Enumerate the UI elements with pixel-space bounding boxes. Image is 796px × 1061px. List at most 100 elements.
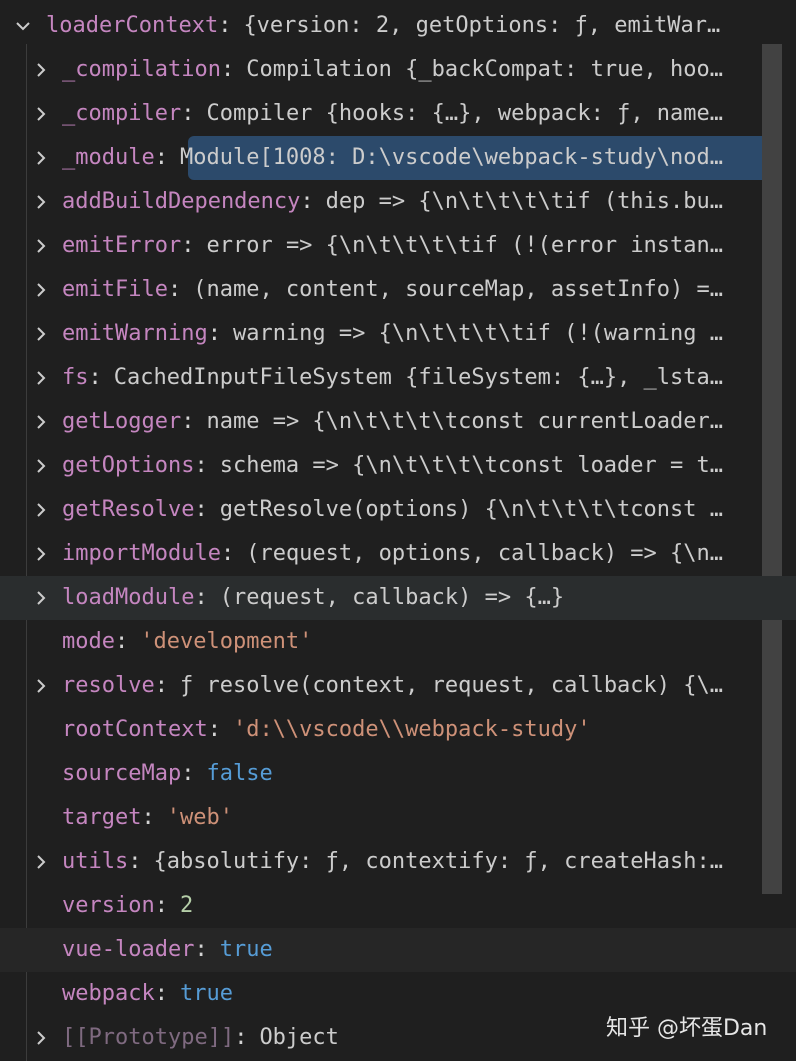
- variable-row-compiler[interactable]: _compiler: Compiler {hooks: {…}, webpack:…: [0, 92, 796, 136]
- variable-row-module[interactable]: _module: Module[1008: D:\vscode\webpack-s…: [0, 136, 796, 180]
- variable-row-getresolve[interactable]: getResolve: getResolve(options) {\n\t\t\t…: [0, 488, 796, 532]
- colon: :: [154, 981, 168, 1006]
- variable-name: emitWarning: [62, 321, 208, 346]
- variable-name: _compiler: [62, 101, 182, 126]
- colon: :: [154, 145, 168, 170]
- chevron-right-icon[interactable]: [30, 279, 52, 301]
- chevron-right-icon[interactable]: [30, 323, 52, 345]
- chevron-right-icon[interactable]: [30, 103, 52, 125]
- colon: :: [194, 585, 208, 610]
- variable-name: emitFile: [62, 277, 168, 302]
- variable-name: [[Prototype]]: [62, 1025, 235, 1050]
- colon: :: [194, 497, 208, 522]
- colon: :: [154, 673, 168, 698]
- variable-row-emitfile[interactable]: emitFile: (name, content, sourceMap, asse…: [0, 268, 796, 312]
- chevron-right-icon[interactable]: [30, 147, 52, 169]
- variable-value: dep => {\n\t\t\t\tif (this.bu…: [325, 189, 724, 214]
- variable-row-compilation[interactable]: _compilation: Compilation {_backCompat: t…: [0, 48, 796, 92]
- variable-row-sourcemap[interactable]: sourceMap: false: [0, 752, 796, 796]
- variable-name: version: [62, 893, 155, 918]
- variable-value: 'web': [166, 805, 233, 830]
- variable-value: name => {\n\t\t\t\tconst currentLoader…: [206, 409, 724, 434]
- variable-value: CachedInputFileSystem {fileSystem: {…}, …: [113, 365, 724, 390]
- colon: :: [194, 937, 208, 962]
- variable-value: (name, content, sourceMap, assetInfo) =…: [193, 277, 724, 302]
- variable-value: Compiler {hooks: {…}, webpack: ƒ, name…: [206, 101, 724, 126]
- variable-row-mode[interactable]: mode: 'development': [0, 620, 796, 664]
- chevron-right-icon[interactable]: [30, 59, 52, 81]
- debug-variables-panel: loaderContext: {version: 2, getOptions: …: [0, 0, 796, 1061]
- chevron-right-icon[interactable]: [30, 587, 52, 609]
- variable-row-version[interactable]: version:2: [0, 884, 796, 928]
- chevron-right-icon[interactable]: [30, 235, 52, 257]
- variable-value: 2: [179, 893, 194, 918]
- colon: :: [181, 761, 195, 786]
- chevron-right-icon[interactable]: [30, 191, 52, 213]
- variable-row-utils[interactable]: utils: {absolutify: ƒ, contextify: ƒ, cre…: [0, 840, 796, 884]
- variable-row-loadmodule[interactable]: loadModule: (request, callback) => {…}: [0, 576, 796, 620]
- chevron-right-icon[interactable]: [30, 543, 52, 565]
- variable-row-getoptions[interactable]: getOptions: schema => {\n\t\t\t\tconst lo…: [0, 444, 796, 488]
- variable-row-vue-loader[interactable]: vue-loader: true: [0, 928, 796, 972]
- colon: :: [181, 233, 195, 258]
- variable-name: webpack: [62, 981, 155, 1006]
- colon: :: [128, 849, 142, 874]
- chevron-right-icon[interactable]: [30, 499, 52, 521]
- variable-name: _module: [62, 145, 155, 170]
- variable-name: target: [62, 805, 142, 830]
- colon: :: [300, 189, 314, 214]
- variable-value: {version: 2, getOptions: ƒ, emitWar…: [243, 13, 721, 38]
- colon: :: [181, 409, 195, 434]
- chevron-right-icon[interactable]: [30, 367, 52, 389]
- chevron-right-icon[interactable]: [30, 455, 52, 477]
- watermark-text: 知乎 @坏蛋Dan: [606, 1016, 768, 1041]
- variable-value: schema => {\n\t\t\t\tconst loader = t…: [219, 453, 724, 478]
- colon: :: [167, 277, 182, 302]
- variable-name: loadModule: [62, 585, 195, 610]
- variable-row-addbuilddependency[interactable]: addBuildDependency: dep => {\n\t\t\t\tif …: [0, 180, 796, 224]
- variable-name: addBuildDependency: [62, 189, 301, 214]
- variable-name: emitError: [62, 233, 182, 258]
- variable-row-emitwarning[interactable]: emitWarning: warning => {\n\t\t\t\tif (!(…: [0, 312, 796, 356]
- variable-name: importModule: [62, 541, 221, 566]
- variable-row-importmodule[interactable]: importModule: (request, options, callback…: [0, 532, 796, 576]
- variable-value: 'development': [140, 629, 313, 654]
- variable-row-target[interactable]: target: 'web': [0, 796, 796, 840]
- chevron-right-icon[interactable]: [30, 851, 52, 873]
- colon: :: [181, 101, 195, 126]
- variable-value: true: [219, 937, 273, 962]
- variable-value: (request, options, callback) => {\n…: [246, 541, 724, 566]
- colon: :: [207, 321, 221, 346]
- variable-row-resolve[interactable]: resolve: ƒ resolve(context, request, call…: [0, 664, 796, 708]
- variable-value: false: [206, 761, 273, 786]
- variable-value: {absolutify: ƒ, contextify: ƒ, createHas…: [153, 849, 724, 874]
- variable-name: mode: [62, 629, 115, 654]
- variable-name: getResolve: [62, 497, 195, 522]
- variable-name: resolve: [62, 673, 155, 698]
- variable-value: getResolve(options) {\n\t\t\t\tconst …: [219, 497, 724, 522]
- variable-name: sourceMap: [62, 761, 182, 786]
- chevron-down-icon[interactable]: [12, 15, 34, 37]
- chevron-right-icon[interactable]: [30, 675, 52, 697]
- colon: :: [220, 57, 235, 82]
- variable-row-emiterror[interactable]: emitError: error => {\n\t\t\t\tif (!(erro…: [0, 224, 796, 268]
- variable-row-getlogger[interactable]: getLogger: name => {\n\t\t\t\tconst curre…: [0, 400, 796, 444]
- variable-name: _compilation: [62, 57, 221, 82]
- variable-value: (request, callback) => {…}: [219, 585, 565, 610]
- colon: :: [218, 13, 232, 38]
- variable-name: utils: [62, 849, 129, 874]
- variable-value: error => {\n\t\t\t\tif (!(error instan…: [206, 233, 724, 258]
- variable-value: ƒ resolve(context, request, callback) {\…: [179, 673, 724, 698]
- variable-name: loaderContext: [46, 13, 219, 38]
- variable-row-fs[interactable]: fs: CachedInputFileSystem {fileSystem: {……: [0, 356, 796, 400]
- chevron-right-icon[interactable]: [30, 411, 52, 433]
- variable-row-rootcontext[interactable]: rootContext: 'd:\\vscode\\webpack-study': [0, 708, 796, 752]
- chevron-right-icon[interactable]: [30, 1027, 52, 1049]
- colon: :: [88, 365, 102, 390]
- variable-value: warning => {\n\t\t\t\tif (!(warning …: [232, 321, 724, 346]
- root-row-loaderContext[interactable]: loaderContext: {version: 2, getOptions: …: [0, 4, 796, 48]
